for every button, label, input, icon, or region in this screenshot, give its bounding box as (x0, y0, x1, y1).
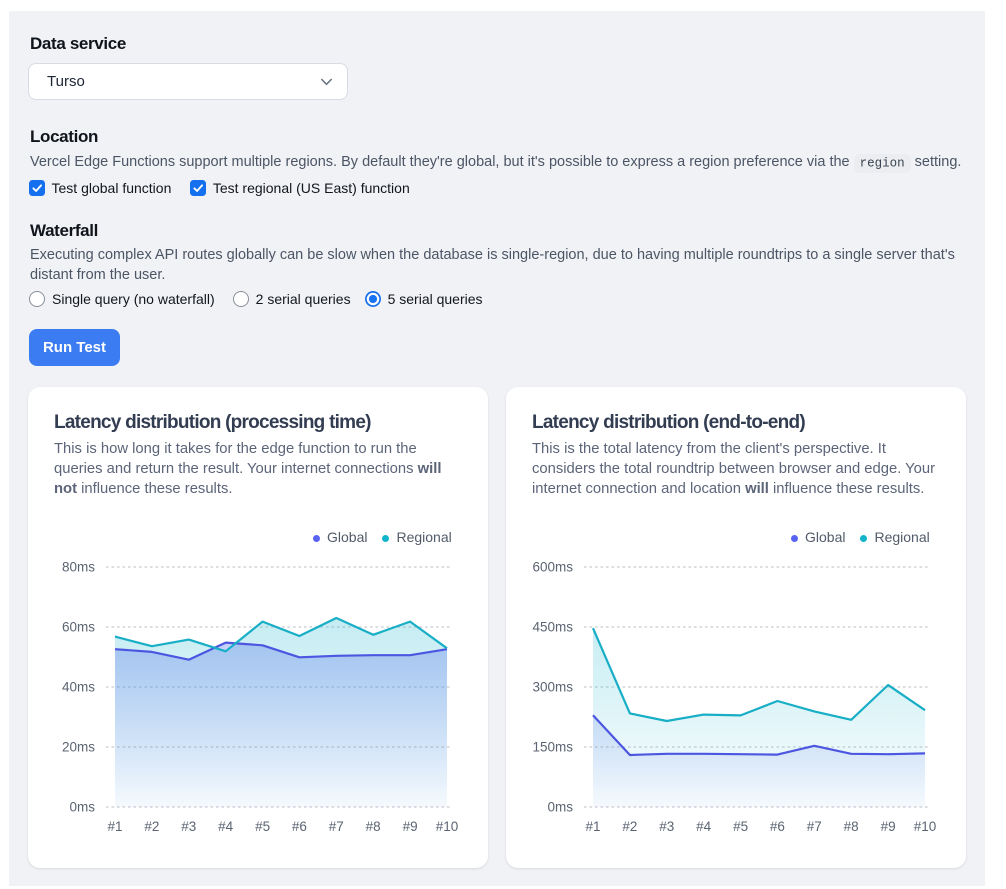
svg-text:#10: #10 (436, 819, 459, 834)
svg-text:#3: #3 (181, 819, 196, 834)
svg-text:#5: #5 (733, 819, 748, 834)
svg-text:#8: #8 (366, 819, 381, 834)
svg-text:600ms: 600ms (532, 560, 573, 575)
svg-text:#10: #10 (914, 819, 937, 834)
svg-text:#6: #6 (292, 819, 307, 834)
svg-text:60ms: 60ms (62, 620, 95, 635)
svg-text:450ms: 450ms (532, 620, 573, 635)
svg-text:#1: #1 (107, 819, 122, 834)
svg-text:#5: #5 (255, 819, 270, 834)
svg-text:#4: #4 (218, 819, 234, 834)
svg-text:#8: #8 (844, 819, 859, 834)
svg-text:20ms: 20ms (62, 740, 95, 755)
svg-text:#1: #1 (585, 819, 600, 834)
svg-text:0ms: 0ms (69, 800, 95, 815)
svg-text:0ms: 0ms (547, 800, 573, 815)
svg-text:#3: #3 (659, 819, 674, 834)
svg-text:300ms: 300ms (532, 680, 573, 695)
svg-text:#9: #9 (403, 819, 418, 834)
svg-text:#6: #6 (770, 819, 785, 834)
svg-text:#7: #7 (329, 819, 344, 834)
svg-text:40ms: 40ms (62, 680, 95, 695)
svg-text:#4: #4 (696, 819, 712, 834)
svg-text:80ms: 80ms (62, 560, 95, 575)
svg-text:150ms: 150ms (532, 740, 573, 755)
svg-text:#2: #2 (622, 819, 637, 834)
svg-text:#9: #9 (881, 819, 896, 834)
svg-text:#2: #2 (144, 819, 159, 834)
svg-text:#7: #7 (807, 819, 822, 834)
